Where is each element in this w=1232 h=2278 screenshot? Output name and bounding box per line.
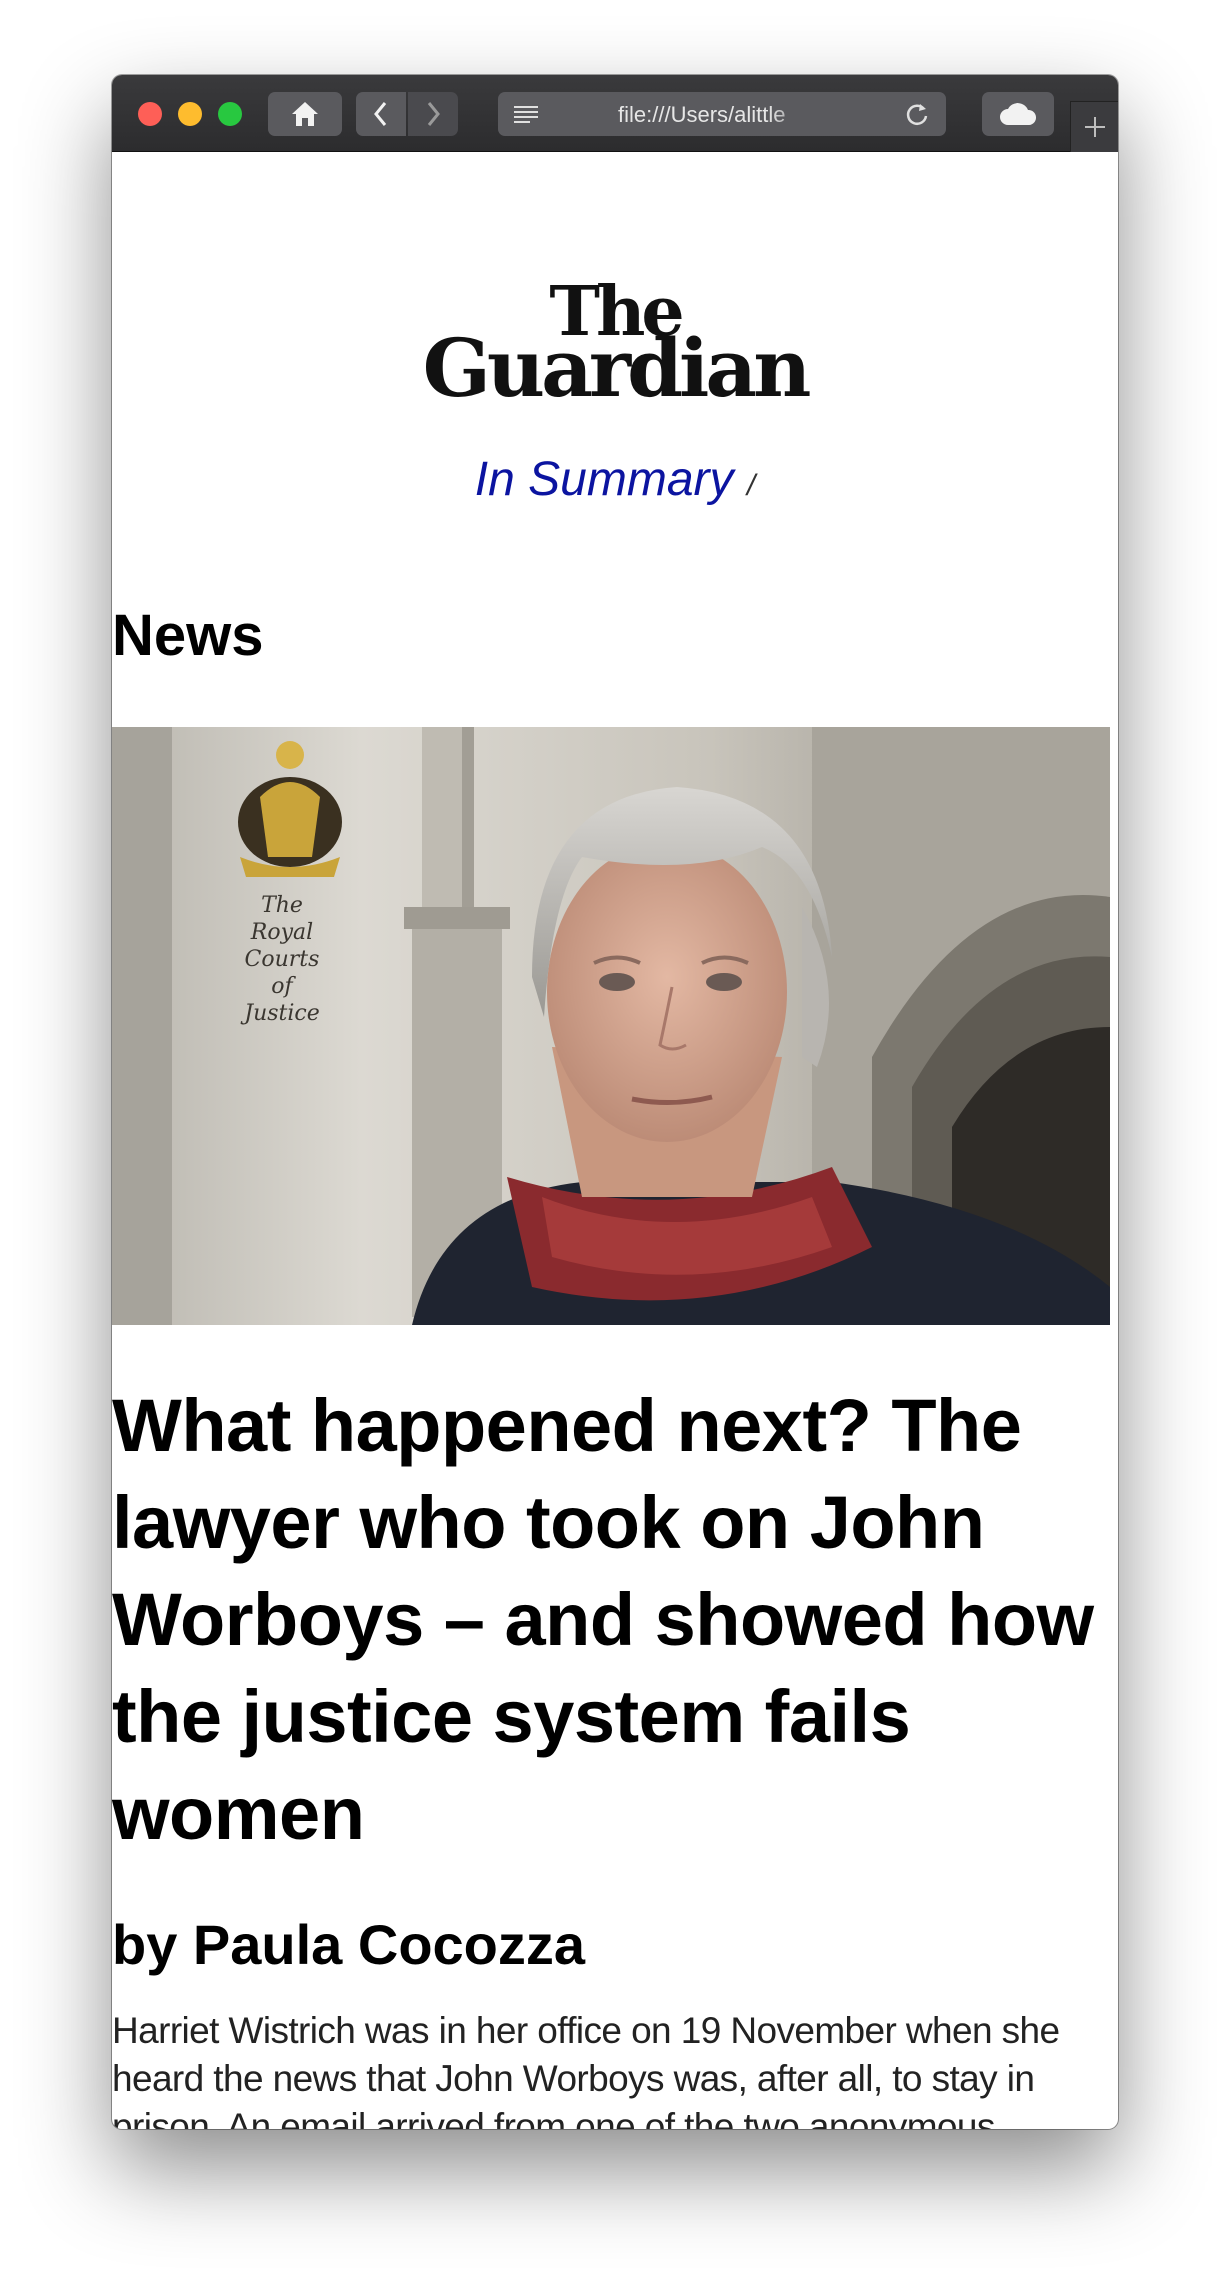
chevron-right-icon — [427, 102, 440, 126]
article-headline[interactable]: What happened next? The lawyer who took … — [112, 1377, 1112, 1862]
breadcrumb-separator: / — [746, 469, 756, 502]
svg-text:Justice: Justice — [240, 1001, 320, 1026]
forward-button[interactable] — [408, 92, 458, 136]
reader-icon — [514, 106, 538, 123]
breadcrumb: In Summary / — [112, 452, 1118, 507]
logo-guardian[interactable]: Guardian — [112, 328, 1118, 408]
article-body: Harriet Wistrich was in her office on 19… — [112, 2010, 1060, 2129]
chevron-left-icon — [374, 102, 387, 126]
in-summary-link[interactable]: In Summary — [475, 453, 734, 506]
zoom-window-button[interactable] — [218, 102, 242, 126]
title-bar: file:///Users/alittle — [112, 75, 1118, 152]
back-button[interactable] — [356, 92, 406, 136]
minimize-window-button[interactable] — [178, 102, 202, 126]
svg-text:Royal: Royal — [250, 920, 313, 945]
reload-icon[interactable] — [904, 101, 930, 127]
url-text[interactable]: file:///Users/alittle — [618, 102, 818, 128]
icloud-tabs-button[interactable] — [982, 92, 1054, 136]
close-window-button[interactable] — [138, 102, 162, 126]
svg-text:Courts: Courts — [245, 947, 320, 972]
home-icon — [292, 102, 318, 126]
article-photo: The Royal Courts of Justice — [112, 727, 1110, 1325]
browser-window: file:///Users/alittle The Guardian In Su… — [112, 75, 1118, 2129]
page-content: The Guardian In Summary / News The Royal… — [112, 152, 1118, 2129]
article-image[interactable]: The Royal Courts of Justice — [112, 727, 1110, 1325]
home-button[interactable] — [268, 92, 342, 136]
address-bar[interactable]: file:///Users/alittle — [498, 92, 946, 136]
cloud-icon — [1000, 103, 1037, 125]
section-heading: News — [112, 603, 264, 668]
plus-icon — [1085, 117, 1105, 137]
article-byline: by Paula Cocozza — [112, 1913, 586, 1976]
svg-text:The: The — [261, 893, 303, 918]
new-tab-button[interactable] — [1070, 101, 1118, 152]
